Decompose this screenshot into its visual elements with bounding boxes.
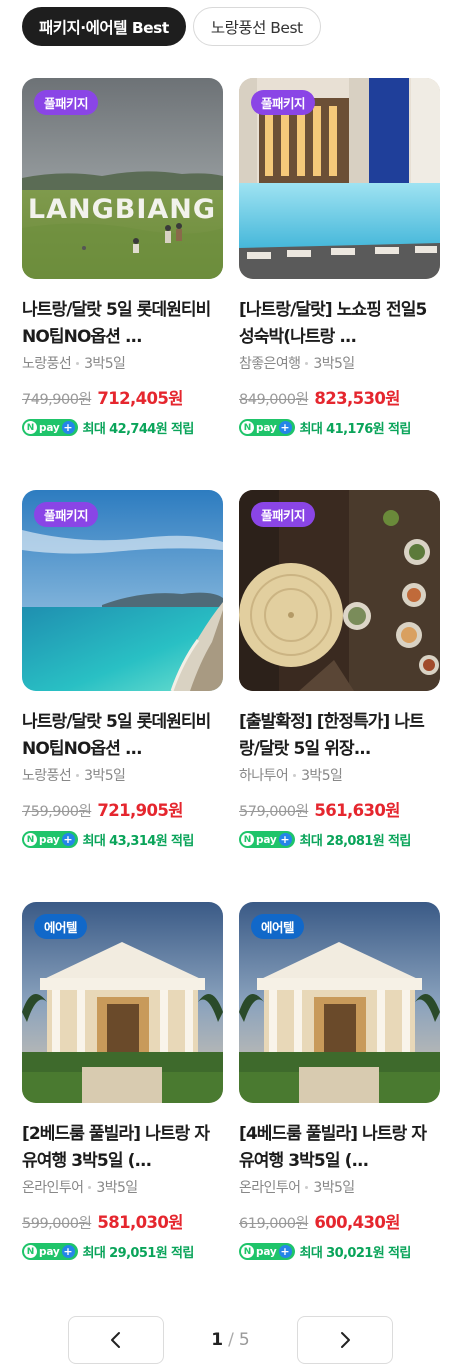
dot-separator [305,361,309,365]
trip-duration: 3박5일 [84,356,126,372]
npay-reward: Npay + 최대 42,744원 적립 [22,418,223,437]
product-meta: 노랑풍선 3박5일 [22,765,223,785]
reward-text: 최대 29,051원 적립 [82,1246,195,1261]
product-meta: 노랑풍선 3박5일 [22,353,223,373]
price-row: 599,000원 581,030원 [22,1209,223,1233]
npay-plus-icon: Npay + [239,1243,295,1260]
product-title[interactable]: [나트랑/달랏] 노쇼핑 전일5성숙박(나트랑 ... [239,297,440,351]
original-price: 749,900원 [22,392,92,408]
product-title[interactable]: [4베드룸 풀빌라] 나트랑 자유여행 3박5일 (... [239,1121,440,1175]
dot-separator [305,1185,309,1189]
trip-duration: 3박5일 [313,356,355,372]
npay-reward: Npay + 최대 43,314원 적립 [22,830,223,849]
sale-price: 721,905원 [97,801,183,820]
product-card[interactable]: LANGBIANG 풀패키지 나트랑/달랏 5일 롯데원티비 NO팁NO옵션 .… [22,78,223,490]
reward-text: 최대 30,021원 적립 [299,1246,412,1261]
original-price: 599,000원 [22,1216,92,1232]
product-title[interactable]: 나트랑/달랏 5일 롯데원티비 NO팁NO옵션 ... [22,297,223,351]
npay-reward: Npay + 최대 30,021원 적립 [239,1242,440,1261]
product-image[interactable]: 풀패키지 [22,490,223,691]
prev-page-button[interactable] [68,1316,164,1364]
product-meta: 하나투어 3박5일 [239,765,440,785]
sale-price: 581,030원 [97,1213,183,1232]
product-title[interactable]: [출발확정] [한정특가] 나트랑/달랏 5일 위장... [239,709,440,763]
seller-name: 하나투어 [239,768,289,784]
seller-name: 노랑풍선 [22,356,72,372]
product-image[interactable]: 풀패키지 [239,78,440,279]
npay-plus-icon: Npay + [22,831,78,848]
trip-duration: 3박5일 [84,768,126,784]
package-badge: 풀패키지 [34,90,99,115]
product-grid: LANGBIANG 풀패키지 나트랑/달랏 5일 롯데원티비 NO팁NO옵션 .… [22,78,440,1314]
price-row: 579,000원 561,630원 [239,797,440,821]
svg-text:LANGBIANG: LANGBIANG [28,194,216,225]
chevron-right-icon [341,1332,350,1348]
seller-name: 온라인투어 [22,1180,84,1196]
sale-price: 561,630원 [314,801,400,820]
price-row: 759,900원 721,905원 [22,797,223,821]
package-badge: 풀패키지 [251,90,316,115]
npay-reward: Npay + 최대 28,081원 적립 [239,830,440,849]
page-separator: / [228,1330,234,1350]
product-meta: 온라인투어 3박5일 [239,1177,440,1197]
dot-separator [293,773,297,777]
airtel-badge: 에어텔 [34,914,88,939]
current-page: 1 [211,1330,224,1350]
dot-separator [88,1185,92,1189]
original-price: 849,000원 [239,392,309,408]
chevron-left-icon [111,1332,120,1348]
tab-package-airtel-best[interactable]: 패키지·에어텔 Best [22,7,186,46]
seller-name: 참좋은여행 [239,356,301,372]
product-meta: 온라인투어 3박5일 [22,1177,223,1197]
npay-reward: Npay + 최대 29,051원 적립 [22,1242,223,1261]
pagination: 1 / 5 [68,1316,393,1364]
sale-price: 712,405원 [97,389,183,408]
price-row: 619,000원 600,430원 [239,1209,440,1233]
page-indicator: 1 / 5 [164,1316,297,1364]
best-tabs: 패키지·에어텔 Best 노랑풍선 Best [22,7,321,46]
npay-plus-icon: Npay + [239,419,295,436]
seller-name: 온라인투어 [239,1180,301,1196]
next-page-button[interactable] [297,1316,393,1364]
airtel-badge: 에어텔 [251,914,305,939]
product-card[interactable]: 에어텔 [2베드룸 풀빌라] 나트랑 자유여행 3박5일 (... 온라인투어 3… [22,902,223,1314]
package-badge: 풀패키지 [34,502,99,527]
product-image[interactable]: LANGBIANG 풀패키지 [22,78,223,279]
trip-duration: 3박5일 [96,1180,138,1196]
product-image[interactable]: 에어텔 [239,902,440,1103]
dot-separator [76,773,80,777]
reward-text: 최대 42,744원 적립 [82,422,195,437]
seller-name: 노랑풍선 [22,768,72,784]
tab-yellowballoon-best[interactable]: 노랑풍선 Best [192,7,321,46]
total-pages: 5 [238,1330,250,1350]
trip-duration: 3박5일 [313,1180,355,1196]
product-card[interactable]: 풀패키지 [출발확정] [한정특가] 나트랑/달랏 5일 위장... 하나투어 3… [239,490,440,902]
npay-plus-icon: Npay + [22,419,78,436]
reward-text: 최대 41,176원 적립 [299,422,412,437]
sale-price: 823,530원 [314,389,400,408]
trip-duration: 3박5일 [301,768,343,784]
product-image[interactable]: 에어텔 [22,902,223,1103]
original-price: 619,000원 [239,1216,309,1232]
product-title[interactable]: 나트랑/달랏 5일 롯데원티비 NO팁NO옵션 ... [22,709,223,763]
product-image[interactable]: 풀패키지 [239,490,440,691]
dot-separator [76,361,80,365]
product-meta: 참좋은여행 3박5일 [239,353,440,373]
original-price: 579,000원 [239,804,309,820]
sale-price: 600,430원 [314,1213,400,1232]
npay-plus-icon: Npay + [22,1243,78,1260]
price-row: 749,900원 712,405원 [22,385,223,409]
reward-text: 최대 43,314원 적립 [82,834,195,849]
reward-text: 최대 28,081원 적립 [299,834,412,849]
product-card[interactable]: 풀패키지 [나트랑/달랏] 노쇼핑 전일5성숙박(나트랑 ... 참좋은여행 3박… [239,78,440,490]
npay-reward: Npay + 최대 41,176원 적립 [239,418,440,437]
product-title[interactable]: [2베드룸 풀빌라] 나트랑 자유여행 3박5일 (... [22,1121,223,1175]
product-card[interactable]: 에어텔 [4베드룸 풀빌라] 나트랑 자유여행 3박5일 (... 온라인투어 3… [239,902,440,1314]
price-row: 849,000원 823,530원 [239,385,440,409]
product-card[interactable]: 풀패키지 나트랑/달랏 5일 롯데원티비 NO팁NO옵션 ... 노랑풍선 3박5… [22,490,223,902]
original-price: 759,900원 [22,804,92,820]
package-badge: 풀패키지 [251,502,316,527]
npay-plus-icon: Npay + [239,831,295,848]
